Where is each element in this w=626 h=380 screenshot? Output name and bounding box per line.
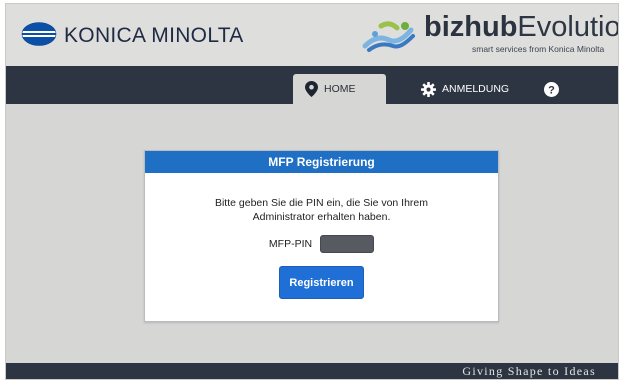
product-tagline: smart services from Konica Minolta: [472, 44, 605, 54]
tab-anmeldung[interactable]: ANMELDUNG: [411, 74, 521, 104]
gear-icon: [421, 81, 436, 97]
register-button[interactable]: Registrieren: [279, 266, 364, 299]
help-icon: ?: [543, 81, 559, 97]
brand-name: KONICA MINOLTA: [64, 24, 244, 47]
pin-label: MFP-PIN: [268, 238, 313, 250]
bizhub-evolution-logo-icon: [362, 21, 415, 52]
dialog-title: MFP Registrierung: [145, 151, 498, 173]
product-wordmark: bizhubEvolution: [424, 10, 619, 44]
pin-input[interactable]: [320, 235, 375, 253]
registration-dialog: MFP Registrierung Bitte geben Sie die PI…: [144, 150, 499, 322]
pin-row: MFP-PIN: [145, 235, 498, 253]
tab-anmeldung-label: ANMELDUNG: [442, 83, 510, 95]
konica-minolta-logo-icon: [21, 22, 57, 46]
product-name-bold: bizhub: [424, 11, 518, 43]
footer-slogan: Giving Shape to Ideas: [462, 364, 596, 378]
tab-home[interactable]: HOME: [293, 74, 386, 104]
help-button[interactable]: ?: [536, 74, 566, 104]
tab-home-label: HOME: [324, 83, 356, 95]
product-name-light: Evolution: [517, 11, 619, 43]
map-pin-icon: [305, 81, 318, 97]
dialog-message: Bitte geben Sie die PIN ein, die Sie von…: [214, 197, 429, 223]
header: KONICA MINOLTA bizhubEvolution smart ser…: [6, 4, 618, 66]
help-glyph: ?: [548, 84, 555, 96]
footer: Giving Shape to Ideas: [6, 363, 618, 379]
navbar: HOME ANMELDUNG ?: [6, 66, 618, 104]
app-window: KONICA MINOLTA bizhubEvolution smart ser…: [5, 3, 619, 380]
